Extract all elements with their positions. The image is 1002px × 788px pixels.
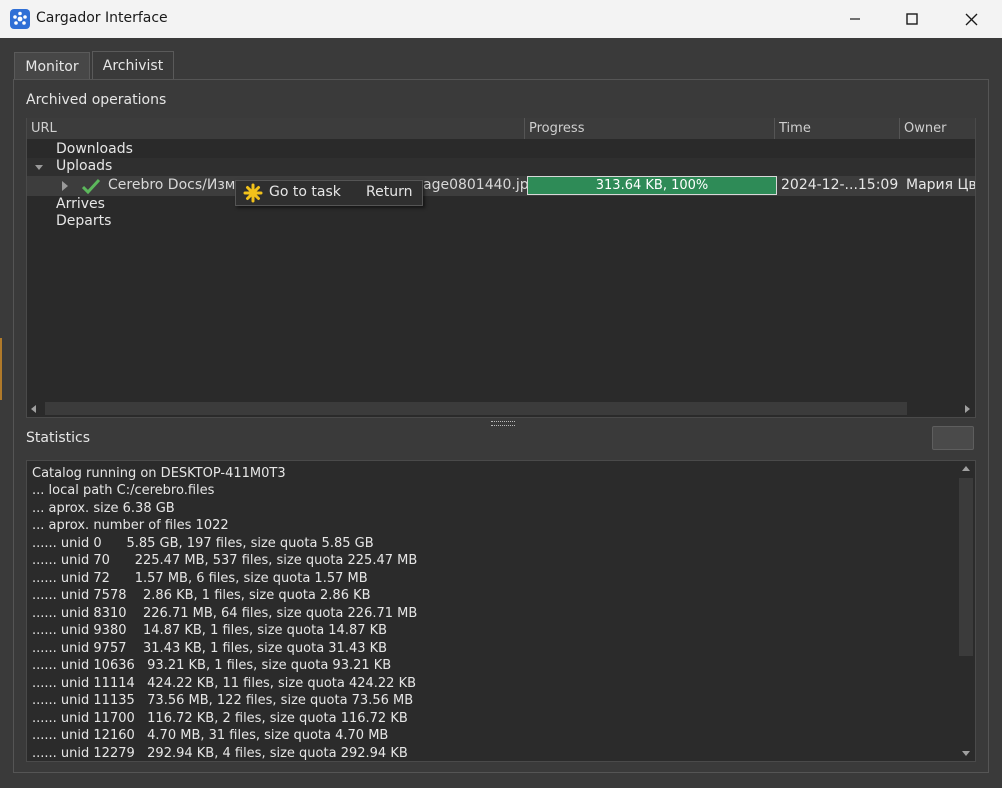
stat-line: ...... unid 72 1.57 MB, 6 files, size qu…	[32, 571, 368, 586]
edge-accent	[0, 338, 2, 400]
window-title: Cargador Interface	[36, 10, 168, 26]
app-logo-icon	[10, 9, 30, 29]
tree-item-uploads[interactable]: Uploads	[56, 158, 112, 174]
statistics-label: Statistics	[26, 430, 90, 446]
stat-line: ...... unid 0 5.85 GB, 197 files, size q…	[32, 536, 374, 551]
sparkle-icon	[243, 183, 263, 203]
menu-item-return[interactable]: Return	[366, 184, 412, 200]
column-header-url[interactable]: URL	[27, 118, 525, 139]
stat-line: ...... unid 10636 93.21 KB, 1 files, siz…	[32, 658, 392, 673]
column-header-owner[interactable]: Owner	[900, 118, 975, 139]
horizontal-scroll-thumb[interactable]	[45, 402, 907, 415]
stat-line: ...... unid 8310 226.71 MB, 64 files, si…	[32, 606, 418, 621]
row-url-suffix: age0801440.jpg	[423, 177, 538, 193]
stat-line: ... aprox. number of files 1022	[32, 518, 229, 533]
check-icon	[82, 178, 100, 194]
close-icon	[965, 13, 977, 25]
stat-line: ...... unid 11114 424.22 KB, 11 files, s…	[32, 676, 417, 691]
maximize-button[interactable]	[883, 0, 941, 38]
row-time: 2024-12-...15:09:30	[781, 177, 899, 193]
archived-operations-label: Archived operations	[26, 92, 167, 108]
minimize-icon	[850, 18, 860, 20]
tab-monitor[interactable]: Monitor	[14, 52, 90, 80]
stat-line: ...... unid 12160 4.70 MB, 31 files, siz…	[32, 728, 389, 743]
stat-line: ...... unid 7578 2.86 KB, 1 files, size …	[32, 588, 371, 603]
close-window-button[interactable]	[942, 0, 1000, 38]
menu-item-go-to-task[interactable]: Go to task	[269, 184, 341, 200]
statistics-refresh-button[interactable]	[932, 426, 974, 450]
title-bar: Cargador Interface	[0, 0, 1002, 38]
progress-bar: 313.64 KB, 100%	[527, 176, 777, 195]
splitter-handle[interactable]	[491, 421, 515, 426]
column-header-time[interactable]: Time	[775, 118, 900, 139]
tree-item-downloads[interactable]: Downloads	[56, 141, 133, 157]
row-stripe	[27, 158, 975, 176]
maximize-icon	[906, 13, 918, 25]
stat-line: Catalog running on DESKTOP-411M0T3	[32, 466, 286, 481]
scroll-left-icon[interactable]	[29, 404, 39, 414]
stat-line: ...... unid 11135 73.56 MB, 122 files, s…	[32, 693, 414, 708]
vertical-scroll-thumb[interactable]	[959, 478, 973, 656]
stat-line: ... local path C:/cerebro.files	[32, 483, 215, 498]
column-header-progress[interactable]: Progress	[525, 118, 775, 139]
tree-item-departs[interactable]: Departs	[56, 213, 111, 229]
collapsed-arrow-icon[interactable]	[60, 180, 70, 192]
scroll-down-icon[interactable]	[961, 748, 971, 758]
minimize-button[interactable]	[826, 0, 884, 38]
scroll-up-icon[interactable]	[961, 464, 971, 474]
stat-line: ...... unid 9757 31.43 KB, 1 files, size…	[32, 641, 388, 656]
stat-line: ...... unid 12279 292.94 KB, 4 files, si…	[32, 746, 408, 761]
stat-line: ... aprox. size 6.38 GB	[32, 501, 175, 516]
stat-line: ...... unid 70 225.47 MB, 537 files, siz…	[32, 553, 418, 568]
tree-item-arrives[interactable]: Arrives	[56, 196, 105, 212]
row-owner: Мария Цве	[906, 177, 975, 193]
expand-arrow-icon[interactable]	[34, 162, 44, 172]
scroll-right-icon[interactable]	[962, 404, 972, 414]
tab-archivist[interactable]: Archivist	[92, 51, 174, 80]
row-url-prefix: Cerebro Docs/Измен	[108, 177, 254, 193]
stat-line: ...... unid 11700 116.72 KB, 2 files, si…	[32, 711, 408, 726]
stat-line: ...... unid 9380 14.87 KB, 1 files, size…	[32, 623, 388, 638]
